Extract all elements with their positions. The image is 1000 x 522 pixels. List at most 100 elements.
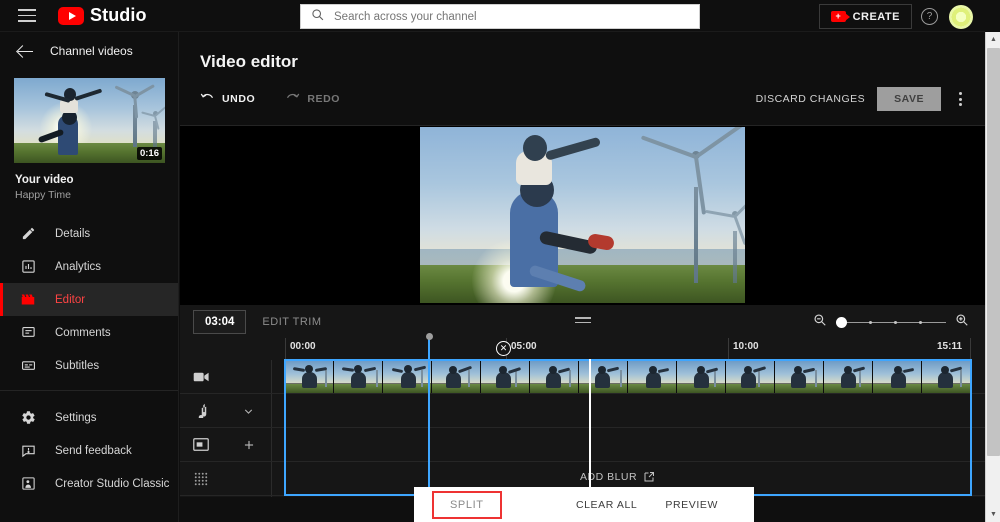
- ruler-label: 05:00: [511, 341, 537, 352]
- filmstrip-frame: [432, 361, 481, 393]
- drag-handle-icon[interactable]: [575, 317, 591, 324]
- filmstrip-frame: [579, 361, 628, 393]
- scroll-up-arrow-icon[interactable]: ▲: [986, 32, 1000, 47]
- scroll-down-arrow-icon[interactable]: ▼: [986, 507, 1000, 522]
- sidebar-item-comments[interactable]: Comments: [0, 316, 178, 349]
- track-row-audio[interactable]: [180, 394, 985, 428]
- page-scrollbar[interactable]: ▲ ▼: [985, 32, 1000, 522]
- filmstrip-frame: [481, 361, 530, 393]
- audio-expand-button[interactable]: [242, 394, 255, 428]
- preview-button[interactable]: PREVIEW: [665, 499, 718, 511]
- search-bar[interactable]: [300, 4, 700, 29]
- sidebar-item-details[interactable]: Details: [0, 217, 178, 250]
- sidebar-item-label: Settings: [55, 411, 97, 424]
- popup-right-actions: CLEAR ALL PREVIEW: [576, 499, 718, 511]
- search-icon: [311, 8, 324, 26]
- search-input[interactable]: [334, 10, 699, 23]
- studio-logo[interactable]: Studio: [58, 5, 147, 26]
- top-bar: Studio + CREATE ?: [0, 0, 985, 32]
- ruler-label: 15:11: [937, 341, 963, 352]
- editor-action-bar: UNDO REDO DISCARD CHANGES SAVE: [180, 84, 985, 114]
- filmstrip-frame: [285, 361, 334, 393]
- playhead-handle[interactable]: [425, 333, 433, 340]
- undo-label: UNDO: [222, 93, 256, 105]
- breadcrumb-label: Channel videos: [50, 44, 133, 58]
- audio-note-icon: [180, 403, 222, 418]
- video-player[interactable]: [420, 127, 745, 303]
- video-filmstrip[interactable]: [285, 361, 972, 393]
- ruler-label: 00:00: [290, 341, 316, 352]
- undo-button[interactable]: UNDO: [200, 90, 255, 108]
- filmstrip-frame: [334, 361, 383, 393]
- editor-right-actions: DISCARD CHANGES SAVE: [756, 84, 967, 114]
- track-row-video[interactable]: [180, 360, 985, 394]
- question-mark-icon[interactable]: ?: [921, 8, 938, 25]
- sidebar-item-creator-studio-classic[interactable]: Creator Studio Classic: [0, 467, 178, 500]
- sidebar-item-label: Editor: [55, 293, 86, 306]
- timeline-playhead[interactable]: [425, 333, 433, 497]
- filmstrip-frame: [873, 361, 922, 393]
- main-content: Video editor UNDO REDO DISCARD CHANGES S…: [180, 32, 985, 522]
- plus-icon: [244, 440, 254, 450]
- sidebar: Channel videos 0:16 Your video Happy Tim…: [0, 32, 179, 522]
- close-circle-icon[interactable]: ✕: [496, 341, 511, 356]
- zoom-controls: [813, 313, 969, 332]
- sidebar-nav-bottom: Settings Send feedback Creator Studio Cl…: [0, 401, 178, 500]
- track-row-end-screen[interactable]: [180, 428, 985, 462]
- filmstrip-frame: [677, 361, 726, 393]
- sidebar-item-subtitles[interactable]: Subtitles: [0, 349, 178, 382]
- sidebar-divider: [0, 390, 178, 391]
- thumbnail-duration-badge: 0:16: [136, 147, 162, 160]
- create-button[interactable]: + CREATE: [818, 4, 912, 29]
- clear-all-button[interactable]: CLEAR ALL: [576, 499, 637, 511]
- hamburger-icon[interactable]: [18, 9, 36, 22]
- avatar[interactable]: [949, 5, 973, 29]
- timeline-panel: 03:04 EDIT TRIM 00:00 05:00 10:00 15:11 …: [180, 304, 985, 497]
- filmstrip-frame: [775, 361, 824, 393]
- sidebar-video-subtitle: Happy Time: [15, 189, 72, 201]
- sidebar-item-label: Subtitles: [55, 359, 100, 372]
- zoom-in-icon[interactable]: [955, 313, 969, 332]
- chevron-down-icon: [244, 408, 253, 414]
- sidebar-item-send-feedback[interactable]: Send feedback: [0, 434, 178, 467]
- sidebar-video-title: Your video: [15, 174, 74, 186]
- add-blur-button[interactable]: ADD BLUR: [580, 471, 655, 483]
- save-button[interactable]: SAVE: [877, 87, 941, 111]
- add-end-screen-button[interactable]: [242, 428, 256, 462]
- breadcrumb-back-channel-videos[interactable]: Channel videos: [0, 32, 178, 70]
- edit-trim-button[interactable]: EDIT TRIM: [262, 316, 321, 328]
- sidebar-item-analytics[interactable]: Analytics: [0, 250, 178, 283]
- feedback-icon: [18, 443, 38, 458]
- bar-chart-icon: [18, 259, 38, 274]
- sidebar-item-settings[interactable]: Settings: [0, 401, 178, 434]
- studio-logo-label: Studio: [90, 5, 147, 25]
- timeline-controls: 03:04 EDIT TRIM: [180, 305, 985, 338]
- create-button-label: CREATE: [852, 10, 900, 23]
- video-camera-plus-icon: +: [830, 11, 850, 22]
- zoom-slider[interactable]: [836, 315, 946, 331]
- split-button[interactable]: SPLIT: [432, 490, 502, 519]
- clapperboard-icon: [18, 292, 38, 307]
- filmstrip-frame: [922, 361, 971, 393]
- scene-turbine-far: [705, 194, 745, 283]
- zoom-tick: [919, 321, 922, 324]
- youtube-play-icon: [58, 6, 84, 25]
- video-track-icon: [180, 371, 222, 383]
- redo-icon: [285, 90, 300, 108]
- timeline-split-marker[interactable]: [589, 359, 591, 496]
- video-thumbnail[interactable]: 0:16: [14, 78, 165, 163]
- sidebar-item-editor[interactable]: Editor: [0, 283, 178, 316]
- timeline-ruler[interactable]: 00:00 05:00 10:00 15:11 ✕: [180, 338, 985, 360]
- zoom-out-icon[interactable]: [813, 313, 827, 332]
- current-time-display[interactable]: 03:04: [193, 309, 247, 334]
- zoom-slider-knob[interactable]: [836, 317, 847, 328]
- editor-popup-toolbar: SPLIT CLEAR ALL PREVIEW: [414, 487, 754, 522]
- sidebar-item-label: Details: [55, 227, 91, 240]
- timeline-tracks: ADD BLUR: [180, 333, 985, 497]
- end-screen-icon: [180, 438, 222, 451]
- filmstrip-frame: [530, 361, 579, 393]
- redo-button[interactable]: REDO: [285, 90, 340, 108]
- kebab-menu-icon[interactable]: [953, 92, 967, 106]
- discard-changes-button[interactable]: DISCARD CHANGES: [756, 93, 866, 105]
- scrollbar-thumb[interactable]: [987, 48, 1000, 456]
